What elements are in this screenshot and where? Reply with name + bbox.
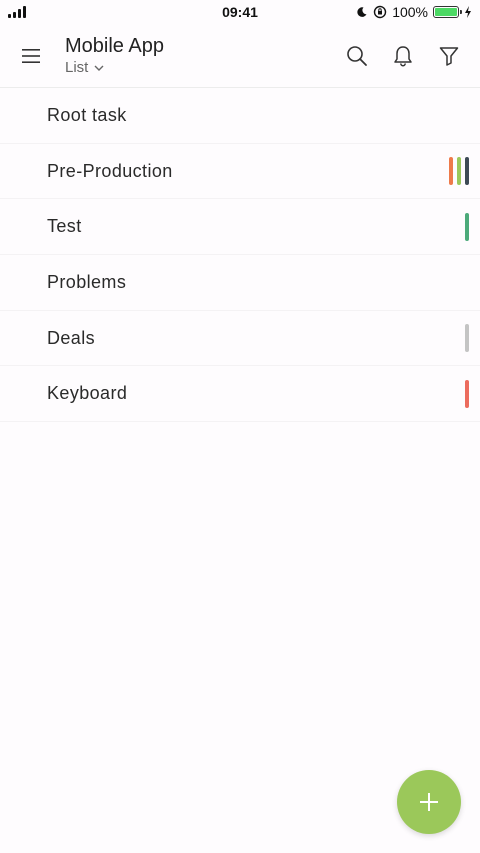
- task-label: Keyboard: [47, 383, 128, 404]
- status-marker: [465, 212, 469, 241]
- add-task-button[interactable]: [397, 770, 461, 834]
- task-list: Root task Pre-Production Test Problems Deals…: [0, 88, 480, 423]
- task-label: Problems: [47, 271, 127, 292]
- plus-icon: [420, 793, 438, 811]
- orientation-lock-icon: [373, 5, 387, 19]
- search-icon: [347, 45, 367, 66]
- view-label: List: [65, 59, 89, 76]
- menu-button[interactable]: [0, 24, 64, 88]
- status-marker: [465, 379, 469, 408]
- moon-icon: [357, 7, 367, 17]
- view-switcher[interactable]: List: [65, 59, 334, 77]
- search-button[interactable]: [334, 33, 380, 79]
- status-marker: [465, 157, 469, 186]
- status-markers: [465, 324, 469, 353]
- status-marker: [449, 157, 453, 186]
- task-row[interactable]: Test: [0, 199, 480, 256]
- bell-icon: [394, 45, 412, 66]
- page-title: Mobile App: [65, 35, 164, 57]
- task-row[interactable]: Keyboard: [0, 366, 480, 423]
- notifications-button[interactable]: [380, 33, 426, 79]
- battery-percent: 100%: [392, 4, 428, 20]
- task-label: Pre-Production: [47, 160, 173, 181]
- battery-icon: [433, 6, 462, 18]
- filter-button[interactable]: [426, 33, 472, 79]
- status-marker: [457, 157, 461, 186]
- status-markers: [465, 212, 469, 241]
- filter-icon: [439, 46, 459, 66]
- status-markers: [449, 157, 469, 186]
- menu-icon: [22, 48, 40, 63]
- task-label: Test: [47, 216, 82, 237]
- status-bar: 09:41 100%: [0, 0, 480, 24]
- task-row[interactable]: Deals: [0, 311, 480, 367]
- task-row[interactable]: Problems: [0, 255, 480, 311]
- signal-icon: [8, 6, 26, 18]
- status-markers: [465, 379, 469, 408]
- charging-icon: [465, 6, 471, 18]
- chevron-down-icon: [94, 65, 104, 71]
- task-row[interactable]: Root task: [0, 88, 480, 144]
- status-marker: [465, 324, 469, 353]
- battery-fill: [435, 8, 457, 16]
- task-row[interactable]: Pre-Production: [0, 144, 480, 200]
- task-label: Deals: [47, 327, 96, 348]
- app-header: Mobile App List: [0, 24, 480, 88]
- task-label: Root task: [47, 104, 127, 125]
